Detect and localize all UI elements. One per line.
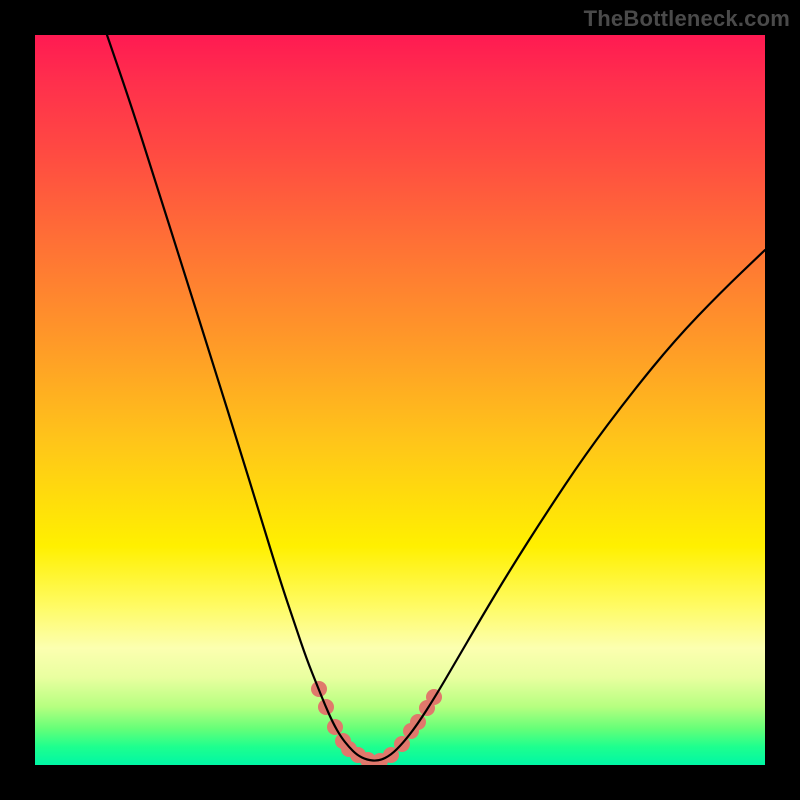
bottleneck-curve	[107, 35, 765, 761]
plot-area	[35, 35, 765, 765]
watermark-text: TheBottleneck.com	[584, 6, 790, 32]
chart-frame: TheBottleneck.com	[0, 0, 800, 800]
chart-svg	[35, 35, 765, 765]
highlight-dots-group	[311, 681, 442, 765]
